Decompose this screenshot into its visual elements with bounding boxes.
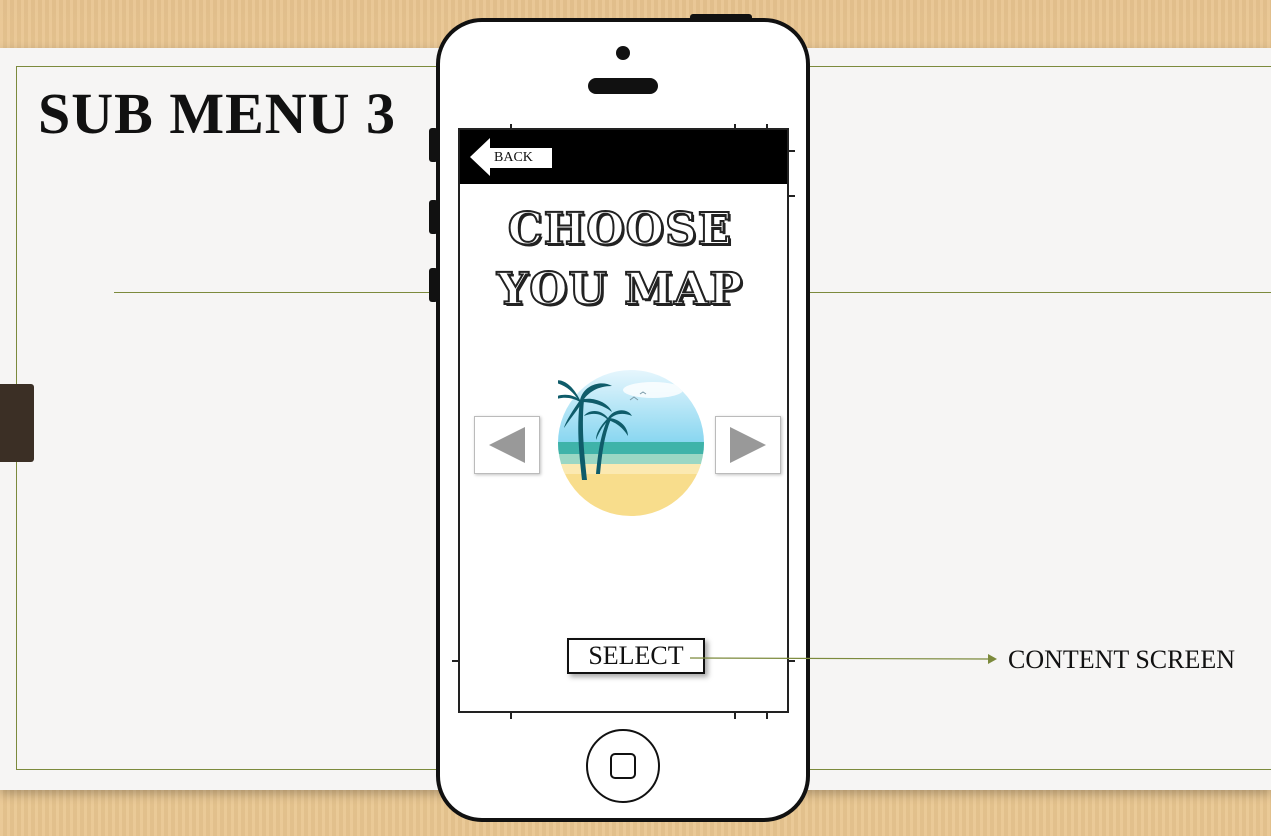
page-title: SUB MENU 3: [38, 81, 397, 146]
right-arrow-icon: [730, 427, 766, 463]
content-screen-label: CONTENT SCREEN: [1008, 645, 1236, 674]
beach-palm-trees-icon: [546, 370, 704, 516]
guide-tick: [787, 150, 795, 152]
guide-tick: [510, 711, 512, 719]
choose-heading-line1: CHOOSE: [507, 203, 733, 256]
volume-up-button: [429, 200, 438, 234]
choose-heading-line2: YOU MAP: [496, 263, 744, 316]
camera-icon: [616, 46, 630, 60]
guide-tick: [734, 711, 736, 719]
guide-tick: [787, 195, 795, 197]
home-square-icon: [610, 753, 636, 779]
divider-line-right: [808, 292, 1271, 293]
guide-tick: [766, 711, 768, 719]
volume-down-button: [429, 268, 438, 302]
divider-line-left: [114, 292, 440, 293]
previous-map-button[interactable]: [474, 416, 540, 474]
guide-tick: [787, 660, 795, 662]
select-button[interactable]: SELECT: [567, 638, 705, 674]
next-map-button[interactable]: [715, 416, 781, 474]
back-button-label: BACK: [494, 150, 533, 165]
guide-tick: [452, 660, 460, 662]
slide-side-tab: [0, 384, 34, 462]
power-button: [690, 14, 752, 22]
speaker-icon: [588, 78, 658, 94]
left-arrow-icon: [489, 427, 525, 463]
mute-switch: [429, 128, 438, 162]
